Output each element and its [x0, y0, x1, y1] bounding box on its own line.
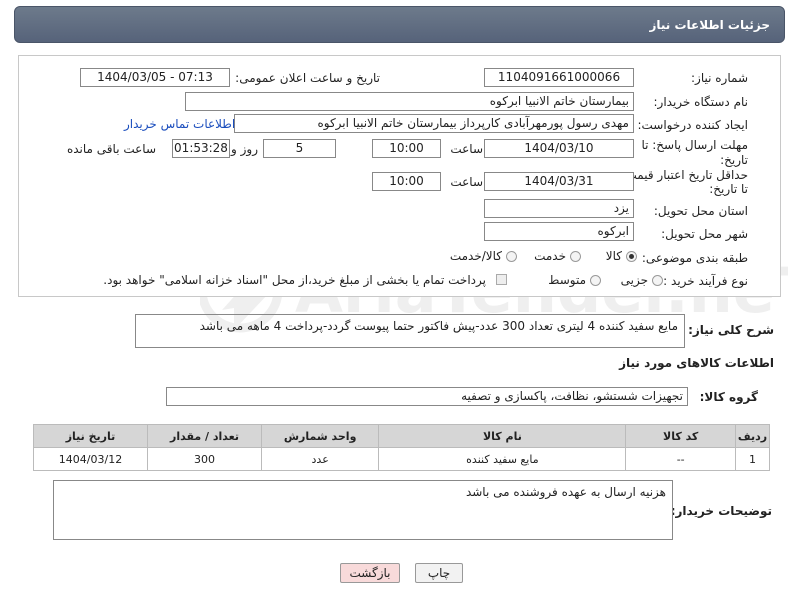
remaining-time-field: 01:53:28 — [172, 139, 230, 158]
buyer-notes-label: توضیحات خریدار: — [670, 504, 772, 518]
treasury-payment-note: پرداخت تمام یا بخشی از مبلغ خرید،از محل … — [103, 273, 486, 287]
category-goods-label: کالا — [605, 249, 622, 263]
price-validity-label: حداقل تاریخ اعتبار قیمت: — [621, 168, 748, 182]
city-field: ابرکوه — [484, 222, 634, 241]
need-number-label: شماره نیاز: — [691, 71, 748, 85]
goods-table: ردیف کد کالا نام کالا واحد شمارش تعداد /… — [33, 424, 771, 471]
col-qty: تعداد / مقدار — [147, 424, 262, 448]
goods-group-label: گروه کالا: — [699, 390, 758, 404]
purchase-medium-label: متوسط — [548, 273, 586, 287]
reply-date-field: 1404/03/10 — [484, 139, 634, 158]
treasury-payment-checkbox[interactable] — [496, 274, 507, 285]
goods-table-header: ردیف کد کالا نام کالا واحد شمارش تعداد /… — [33, 424, 771, 448]
category-service-radio[interactable] — [570, 251, 581, 262]
back-button[interactable]: بازگشت — [340, 563, 400, 583]
goods-group-field: تجهیزات شستشو، نظافت، پاکسازی و تصفیه — [166, 387, 688, 406]
reply-time-field: 10:00 — [372, 139, 441, 158]
cell-row: 1 — [734, 447, 771, 471]
goods-section-title: اطلاعات کالاهای مورد نیاز — [619, 356, 774, 370]
col-code: کد کالا — [625, 424, 736, 448]
buyer-contact-link[interactable]: اطلاعات تماس خریدار — [124, 117, 235, 131]
purchase-type-label: نوع فرآیند خرید : — [663, 274, 748, 288]
announce-datetime-label: تاریخ و ساعت اعلان عمومی: — [235, 71, 380, 85]
buyer-org-field: بیمارستان خاتم الانبیا ابرکوه — [185, 92, 634, 111]
city-label: شهر محل تحویل: — [661, 227, 748, 241]
days-label: روز و — [231, 142, 258, 156]
reply-time-label: ساعت — [450, 142, 483, 156]
announce-datetime-field: 1404/03/05 - 07:13 — [80, 68, 230, 87]
creator-label: ایجاد کننده درخواست: — [637, 118, 748, 132]
category-service-label: خدمت — [534, 249, 566, 263]
price-time-label: ساعت — [450, 175, 483, 189]
category-both-label: کالا/خدمت — [449, 249, 502, 263]
category-goods-radio[interactable] — [626, 251, 637, 262]
cell-qty: 300 — [147, 447, 262, 471]
province-label: استان محل تحویل: — [653, 204, 748, 218]
remaining-time-label: ساعت باقی مانده — [66, 142, 156, 156]
buyer-notes-textarea[interactable]: هزنیه ارسال به عهده فروشنده می باشد — [53, 480, 673, 540]
col-name: نام کالا — [378, 424, 627, 448]
buyer-org-label: نام دستگاه خریدار: — [653, 95, 749, 109]
page-title: جزئیات اطلاعات نیاز — [649, 18, 770, 32]
page-header: جزئیات اطلاعات نیاز — [14, 6, 785, 43]
reply-deadline-label-2: تاریخ: — [720, 153, 748, 167]
col-row: ردیف — [734, 424, 771, 448]
remaining-days-field: 5 — [263, 139, 336, 158]
creator-field: مهدی رسول پورمهرآبادی کارپرداز بیمارستان… — [234, 114, 634, 133]
category-both-radio[interactable] — [506, 251, 517, 262]
purchase-medium-radio[interactable] — [590, 275, 601, 286]
cell-name: مایع سفید کننده — [378, 447, 627, 471]
description-textarea[interactable]: مایع سفید کننده 4 لیتری تعداد 300 عدد-پی… — [135, 314, 685, 348]
purchase-minor-radio[interactable] — [652, 275, 663, 286]
price-time-field: 10:00 — [372, 172, 441, 191]
cell-date: 1404/03/12 — [33, 447, 148, 471]
cell-unit: عدد — [260, 447, 380, 471]
province-field: یزد — [484, 199, 634, 218]
col-unit: واحد شمارش — [260, 424, 380, 448]
print-button[interactable]: چاپ — [415, 563, 463, 583]
purchase-minor-label: جزیی — [620, 273, 648, 287]
category-label: طبقه بندی موضوعی: — [641, 251, 748, 265]
price-date-field: 1404/03/31 — [484, 172, 634, 191]
cell-code: -- — [625, 447, 736, 471]
description-label: شرح کلی نیاز: — [688, 323, 774, 337]
need-number-field: 1104091661000066 — [484, 68, 634, 87]
table-row[interactable]: 1 -- مایع سفید کننده عدد 300 1404/03/12 — [33, 447, 771, 471]
price-validity-label-2: تا تاریخ: — [709, 182, 748, 196]
reply-deadline-label: مهلت ارسال پاسخ: تا — [641, 138, 748, 152]
col-date: تاریخ نیاز — [33, 424, 148, 448]
